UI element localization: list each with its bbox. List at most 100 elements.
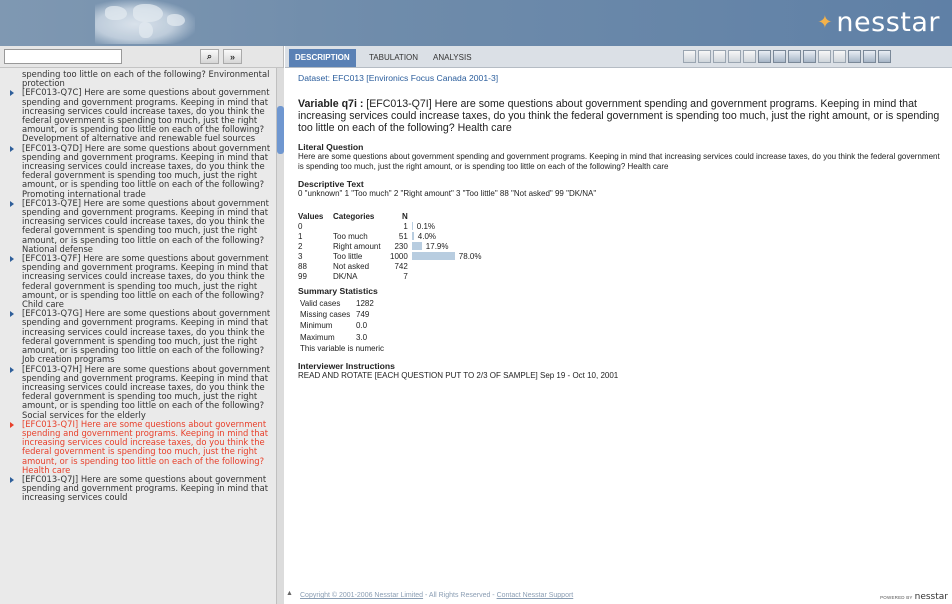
summary-value: 749: [356, 310, 370, 320]
binoculars-search-button[interactable]: ⌕: [200, 49, 219, 64]
pie-chart-icon[interactable]: [713, 50, 726, 63]
summary-statistics-heading: Summary Statistics: [298, 286, 378, 296]
category-cell: [333, 221, 390, 231]
powered-by-nesstar: POWERED BY nesstar: [880, 592, 948, 602]
percent-label: 4.0%: [417, 231, 437, 241]
table-icon[interactable]: [788, 50, 801, 63]
logo-text: nesstar: [836, 6, 940, 38]
variable-tree-panel: ⌕ » spending too little on each of the f…: [0, 46, 284, 604]
tree-item[interactable]: [EFC013-Q7G] Here are some questions abo…: [8, 309, 272, 364]
value-cell: 1: [298, 231, 303, 241]
tree-item[interactable]: [EFC013-Q7D] Here are some questions abo…: [8, 142, 272, 199]
copy-icon[interactable]: [803, 50, 816, 63]
scroll-up-arrow-icon[interactable]: ▲: [286, 590, 293, 597]
toolbar-button-1[interactable]: [683, 50, 696, 63]
frequency-row: 2 Right amount 230 17.9%: [298, 241, 612, 251]
value-cell: 88: [298, 261, 307, 271]
rights-text: - All Rights Reserved -: [423, 592, 497, 599]
triangle-bullet-icon: [10, 421, 14, 428]
percent-label: 78.0%: [458, 251, 482, 261]
layout-icon[interactable]: [833, 50, 846, 63]
weight-icon[interactable]: [728, 50, 741, 63]
scrollbar-thumb[interactable]: [277, 106, 284, 154]
tab-description[interactable]: DESCRIPTION: [289, 49, 356, 67]
frequency-row: 99 DK/NA 7: [298, 271, 612, 281]
search-row: ⌕ »: [0, 46, 283, 68]
copyright-link[interactable]: Copyright © 2001-2006 Nesstar Limited: [300, 592, 423, 599]
frequency-row: 3 Too little 1000 78.0%: [298, 251, 612, 261]
summary-label: Maximum: [300, 332, 335, 342]
n-cell: 51: [398, 231, 408, 241]
frequency-header-row: Values Categories N: [298, 211, 612, 221]
percent-bar-cell: [412, 271, 612, 281]
category-cell: DK/NA: [333, 271, 358, 281]
percent-label: 17.9%: [425, 241, 449, 251]
tree-item[interactable]: [EFC013-Q7J] Here are some questions abo…: [8, 474, 272, 503]
value-cell: 3: [298, 251, 303, 261]
interviewer-instructions-text: READ AND ROTATE [EACH QUESTION PUT TO 2/…: [298, 370, 619, 380]
n-cell: 742: [394, 261, 408, 271]
summary-value: 3.0: [356, 332, 368, 342]
percent-bar-cell: 0.1%: [411, 221, 612, 231]
diamond-sparkle-icon: ✦: [817, 11, 833, 32]
dataset-title[interactable]: Dataset: EFC013 [Environics Focus Canada…: [298, 73, 944, 83]
percent-bar-cell: 4.0%: [411, 231, 612, 241]
powered-by-logo-text: nesstar: [914, 592, 948, 602]
variable-title: Variable q7i : [EFC013-Q7I] Here are som…: [298, 98, 944, 134]
variable-label: [EFC013-Q7I] Here are some questions abo…: [298, 98, 940, 134]
help-icon[interactable]: [878, 50, 891, 63]
tab-analysis[interactable]: ANALYSIS: [427, 49, 478, 67]
summary-statistics-table: Valid cases 1282 Missing cases 749 Minimum 0.…: [298, 298, 374, 343]
values-header: Values: [298, 211, 324, 221]
tree-item-label: [EFC013-Q7C] Here are some questions abo…: [22, 87, 270, 144]
percent-bar-cell: 78.0%: [411, 251, 612, 261]
tree-item[interactable]: [EFC013-Q7E] Here are some questions abo…: [8, 197, 272, 254]
grid-icon[interactable]: [818, 50, 831, 63]
percent-bar: [411, 242, 422, 251]
contact-support-link[interactable]: Contact Nesstar Support: [497, 592, 574, 599]
interviewer-instructions-heading: Interviewer Instructions: [298, 360, 395, 371]
tree-item-label: [EFC013-Q7E] Here are some questions abo…: [22, 197, 269, 254]
double-chevron-right-icon: »: [229, 51, 235, 62]
triangle-bullet-icon: [10, 145, 14, 152]
descriptive-text: 0 "unknown" 1 "Too much" 2 "Right amount…: [298, 189, 597, 198]
summary-value: 1282: [356, 299, 374, 309]
tab-tabulation[interactable]: TABULATION: [363, 49, 425, 67]
tree-item[interactable]: spending too little on each of the follo…: [8, 69, 272, 88]
tree-item[interactable]: [EFC013-Q7F] Here are some questions abo…: [8, 253, 272, 309]
tree-item-label: [EFC013-Q7D] Here are some questions abo…: [22, 142, 271, 199]
frequency-table: Values Categories N 0 1 0.1% 1 Too much 51 4.0…: [298, 211, 612, 281]
tree-item[interactable]: [EFC013-Q7H] Here are some questions abo…: [8, 364, 272, 420]
value-cell: 0: [298, 221, 303, 231]
tree-scrollbar[interactable]: [276, 68, 284, 604]
window-icon[interactable]: [863, 50, 876, 63]
tree-item[interactable]: [EFC013-Q7I] Here are some questions abo…: [8, 419, 272, 475]
bar-chart-icon[interactable]: [698, 50, 711, 63]
summary-row: Missing cases 749: [298, 309, 374, 320]
category-cell: Too little: [333, 251, 363, 261]
variable-id: Variable q7i :: [298, 98, 364, 110]
triangle-bullet-icon: [10, 366, 14, 373]
n-cell: 7: [403, 271, 408, 281]
link-icon[interactable]: [758, 50, 771, 63]
settings-icon[interactable]: [743, 50, 756, 63]
frequency-rows: 0 1 0.1% 1 Too much 51 4.0% 2 Right amount 230 17.…: [298, 221, 612, 281]
summary-row: Maximum 3.0: [298, 332, 374, 343]
powered-by-label: POWERED BY: [880, 594, 913, 600]
summary-label: Missing cases: [300, 310, 351, 320]
frequency-row: 0 1 0.1%: [298, 221, 612, 231]
print-icon[interactable]: [848, 50, 861, 63]
percent-bar: [411, 222, 413, 231]
frequency-row: 1 Too much 51 4.0%: [298, 231, 612, 241]
percent-bar: [411, 252, 455, 261]
summary-row: Valid cases 1282: [298, 298, 374, 309]
filter-icon[interactable]: [773, 50, 786, 63]
footer: Copyright © 2001-2006 Nesstar Limited - …: [300, 592, 573, 599]
summary-value: 0.0: [356, 321, 368, 331]
search-input[interactable]: [4, 49, 122, 64]
tree-item[interactable]: [EFC013-Q7C] Here are some questions abo…: [8, 88, 272, 143]
n-cell: 1: [403, 221, 408, 231]
value-cell: 2: [298, 241, 303, 251]
values-table-section: Values Categories N 0 1 0.1% 1 Too much 51 4.0…: [298, 211, 944, 281]
next-result-button[interactable]: »: [223, 49, 242, 64]
